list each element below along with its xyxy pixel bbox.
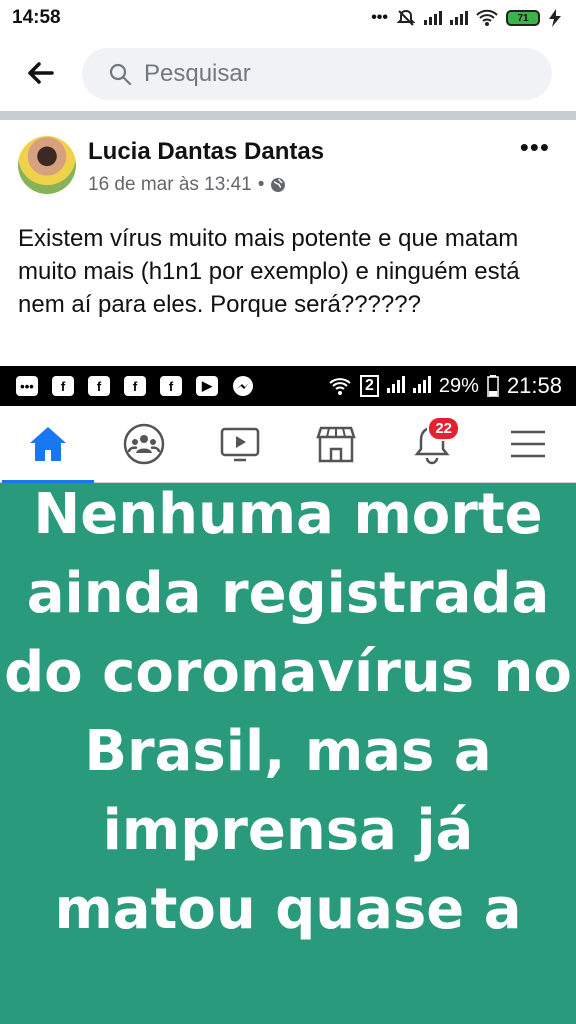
battery-icon: 71 — [506, 10, 540, 26]
embedded-time: 21:58 — [506, 373, 562, 398]
facebook-icon: f — [124, 376, 146, 396]
facebook-icon: f — [88, 376, 110, 396]
back-arrow-svg — [28, 61, 54, 84]
nav-menu[interactable] — [496, 412, 560, 476]
search-icon — [109, 63, 132, 86]
video-icon — [220, 427, 260, 462]
battery-percent: 29% — [438, 374, 479, 397]
post-timestamp[interactable]: 16 de mar às 13:41 — [88, 174, 252, 196]
messages-icon: ••• — [16, 376, 38, 396]
nav-home[interactable] — [2, 412, 94, 484]
post-author[interactable]: Lucia Dantas Dantas — [88, 138, 324, 166]
groups-icon — [123, 423, 165, 465]
signal-icon — [386, 376, 405, 393]
home-icon — [30, 427, 66, 461]
wifi-icon — [329, 378, 351, 395]
post-text: Existem vírus muito mais potente e que m… — [18, 225, 520, 318]
back-arrow-icon[interactable] — [0, 56, 80, 93]
more-options-icon[interactable]: ••• — [520, 132, 550, 163]
notification-dots-icon: ••• — [371, 9, 388, 26]
search-header — [0, 36, 576, 112]
facebook-icon: f — [160, 376, 182, 396]
post-image[interactable]: Nenhuma morte ainda registrada do corona… — [0, 483, 576, 1024]
youtube-icon: ▶ — [196, 376, 218, 396]
nav-notifications[interactable]: 22 — [400, 412, 464, 476]
nav-watch[interactable] — [208, 412, 272, 476]
avatar[interactable] — [18, 136, 76, 194]
status-icons: ••• 71 — [371, 8, 562, 28]
facebook-icon: f — [52, 376, 74, 396]
signal-2-icon — [450, 11, 468, 25]
post-image-text: Nenhuma morte ainda registrada do corona… — [4, 483, 572, 942]
messenger-icon — [233, 376, 253, 396]
notification-badge: 22 — [427, 416, 460, 441]
network-type: 2 — [360, 375, 379, 397]
nav-groups[interactable] — [112, 412, 176, 476]
embedded-status-bar: ••• f f f f ▶ 2 29% 21:58 — [0, 366, 576, 406]
meta-separator: • — [257, 174, 265, 195]
embedded-app-icons: ••• f f f f ▶ — [16, 375, 254, 397]
signal-icon — [424, 11, 442, 25]
post-meta: 16 de mar às 13:41 • — [88, 174, 286, 196]
embedded-facebook-nav: 22 — [0, 406, 576, 484]
hamburger-menu-icon — [511, 430, 545, 458]
status-bar: 14:58 ••• 71 — [0, 0, 576, 36]
signal-2-icon — [412, 376, 431, 393]
status-time: 14:58 — [12, 7, 61, 28]
wifi-icon — [476, 9, 498, 26]
search-input[interactable] — [142, 59, 506, 89]
mute-icon — [396, 9, 416, 26]
globe-icon — [271, 178, 286, 192]
embedded-status-right: 2 29% 21:58 — [328, 373, 562, 399]
search-box[interactable] — [82, 48, 552, 100]
section-divider — [0, 111, 576, 120]
charging-icon — [549, 9, 561, 27]
marketplace-icon — [316, 426, 356, 463]
nav-marketplace[interactable] — [304, 412, 368, 476]
battery-icon — [487, 375, 499, 397]
